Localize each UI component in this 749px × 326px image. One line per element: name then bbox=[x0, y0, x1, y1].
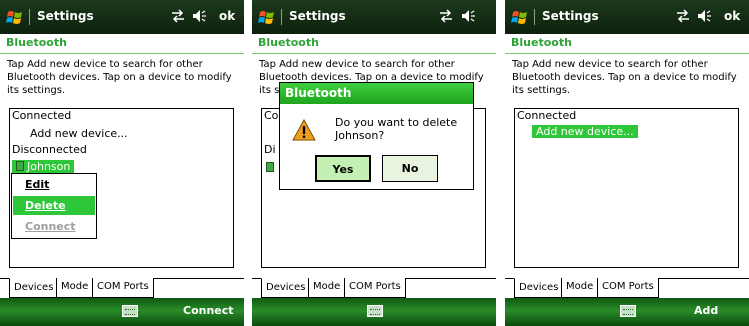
tab-com-ports[interactable]: COM Ports bbox=[92, 278, 154, 298]
group-connected-label-partial: Co bbox=[264, 109, 279, 122]
menu-item-edit-label: Edit bbox=[25, 178, 50, 191]
description-text: Tap Add new device to search for other B… bbox=[512, 59, 737, 96]
page-heading: Bluetooth bbox=[252, 34, 496, 54]
add-softkey[interactable]: Add bbox=[694, 304, 718, 317]
connect-softkey[interactable]: Connect bbox=[183, 304, 234, 317]
description-text: Tap Add new device to search for other B… bbox=[7, 59, 232, 96]
title-divider bbox=[534, 9, 535, 25]
connectivity-icon[interactable] bbox=[438, 9, 454, 23]
menu-item-edit[interactable]: Edit bbox=[13, 175, 95, 194]
screen-1: Settings ok Bluetooth Tap Add new device… bbox=[0, 0, 244, 326]
volume-icon[interactable] bbox=[191, 8, 207, 24]
tab-com-ports[interactable]: COM Ports bbox=[597, 278, 659, 298]
window-title: Settings bbox=[542, 9, 599, 23]
list-item-add-new-device[interactable]: Add new device... bbox=[30, 127, 128, 140]
title-divider bbox=[29, 9, 30, 25]
no-button[interactable]: No bbox=[382, 155, 438, 182]
dialog-title: Bluetooth bbox=[280, 83, 473, 104]
soft-key-bar: Connect bbox=[0, 298, 244, 326]
connectivity-icon[interactable] bbox=[675, 9, 691, 23]
tab-mode[interactable]: Mode bbox=[308, 278, 346, 298]
soft-key-bar bbox=[252, 298, 496, 326]
title-bar: Settings ok bbox=[505, 0, 749, 34]
list-item-device-johnson[interactable]: Johnson bbox=[12, 160, 75, 173]
page-heading: Bluetooth bbox=[505, 34, 749, 54]
yes-button[interactable]: Yes bbox=[315, 155, 371, 182]
device-list[interactable]: Connected Add new device... bbox=[514, 108, 739, 268]
screen-3: Settings ok Bluetooth Tap Add new device… bbox=[505, 0, 749, 326]
tab-devices[interactable]: Devices bbox=[261, 278, 311, 298]
menu-item-delete-label: Delete bbox=[25, 199, 66, 212]
volume-icon[interactable] bbox=[460, 8, 476, 24]
window-title: Settings bbox=[289, 9, 346, 23]
menu-item-delete[interactable]: Delete bbox=[13, 196, 95, 215]
group-disconnected-label-partial: Di bbox=[264, 143, 276, 156]
tab-bar: Devices Mode COM Ports bbox=[252, 278, 496, 298]
bluetooth-device-icon bbox=[266, 161, 277, 174]
device-name: Johnson bbox=[27, 160, 71, 173]
tab-bar: Devices Mode COM Ports bbox=[505, 278, 749, 298]
tab-com-ports[interactable]: COM Ports bbox=[344, 278, 406, 298]
keyboard-icon[interactable] bbox=[367, 305, 383, 317]
volume-icon[interactable] bbox=[696, 8, 712, 24]
tab-devices[interactable]: Devices bbox=[514, 278, 564, 298]
dialog-message: Do you want to delete Johnson? bbox=[335, 116, 458, 142]
windows-start-icon[interactable] bbox=[511, 8, 529, 26]
screen-separator bbox=[244, 0, 252, 326]
soft-key-bar: Add bbox=[505, 298, 749, 326]
title-divider bbox=[281, 9, 282, 25]
page-heading-text: Bluetooth bbox=[6, 36, 67, 49]
menu-item-connect-label: Connect bbox=[25, 220, 76, 233]
title-bar: Settings ok bbox=[0, 0, 244, 34]
tab-devices[interactable]: Devices bbox=[9, 278, 59, 298]
delete-confirm-dialog: Bluetooth Do you want to delete Johnson?… bbox=[279, 82, 474, 190]
group-disconnected-label: Disconnected bbox=[12, 143, 87, 156]
tab-mode[interactable]: Mode bbox=[561, 278, 599, 298]
page-heading: Bluetooth bbox=[0, 34, 244, 54]
windows-start-icon[interactable] bbox=[6, 8, 24, 26]
ok-button[interactable]: ok bbox=[219, 9, 235, 23]
context-menu: Edit Delete Connect bbox=[11, 173, 97, 239]
window-title: Settings bbox=[37, 9, 94, 23]
menu-item-connect[interactable]: Connect bbox=[13, 217, 95, 236]
keyboard-icon[interactable] bbox=[620, 305, 636, 317]
connectivity-icon[interactable] bbox=[170, 9, 186, 23]
ok-button[interactable]: ok bbox=[724, 9, 740, 23]
tab-bar: Devices Mode COM Ports bbox=[0, 278, 244, 298]
list-item-add-new-device[interactable]: Add new device... bbox=[532, 125, 638, 138]
keyboard-icon[interactable] bbox=[122, 305, 138, 317]
page-heading-text: Bluetooth bbox=[511, 36, 572, 49]
page-heading-text: Bluetooth bbox=[258, 36, 319, 49]
bluetooth-device-icon bbox=[16, 161, 24, 171]
warning-icon bbox=[292, 119, 316, 141]
tab-mode[interactable]: Mode bbox=[56, 278, 94, 298]
device-icon bbox=[266, 162, 274, 172]
title-bar: Settings bbox=[252, 0, 496, 34]
group-connected-label: Connected bbox=[12, 109, 72, 122]
windows-start-icon[interactable] bbox=[258, 8, 276, 26]
screen-separator bbox=[496, 0, 504, 326]
group-connected-label: Connected bbox=[517, 109, 577, 122]
